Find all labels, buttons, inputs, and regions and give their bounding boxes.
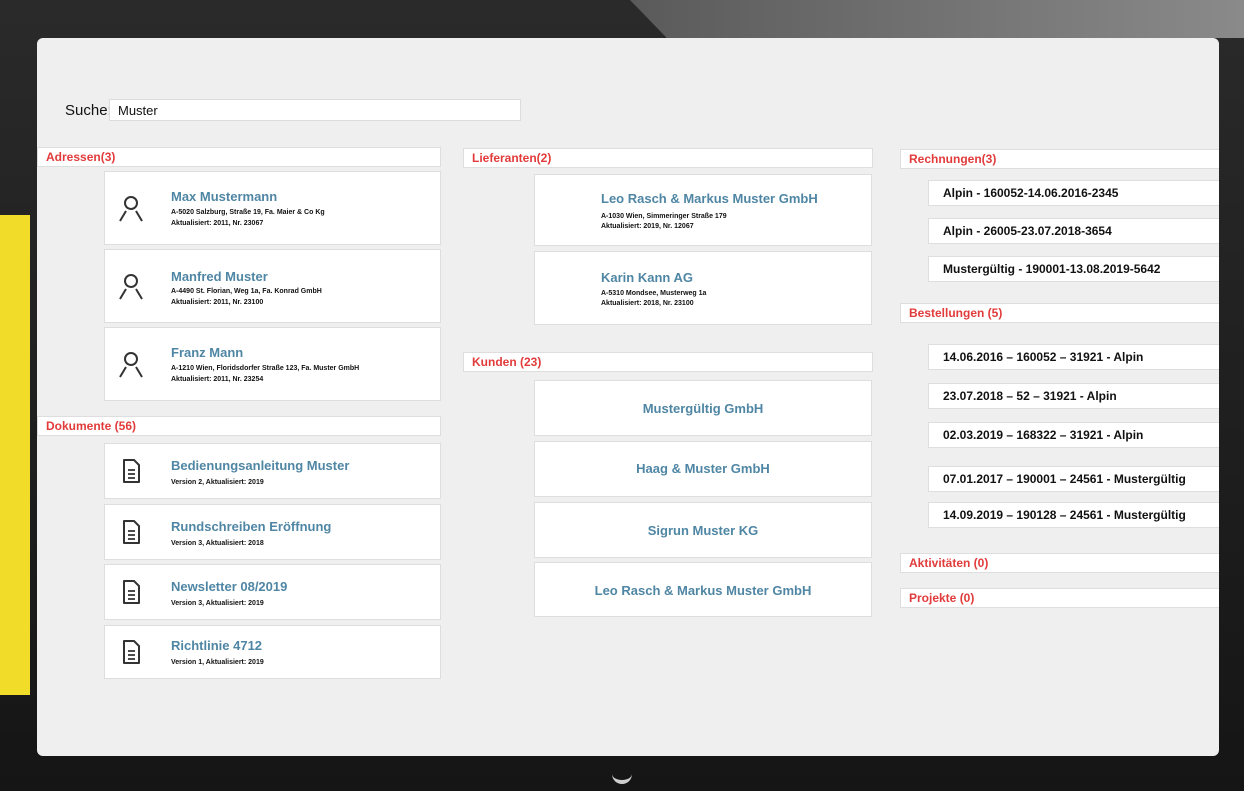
document-card[interactable]: Newsletter 08/2019 Version 3, Aktualisie… bbox=[104, 564, 441, 620]
search-input[interactable] bbox=[109, 99, 521, 121]
section-dokumente[interactable]: Dokumente (56) bbox=[37, 416, 441, 436]
customer-name[interactable]: Haag & Muster GmbH bbox=[535, 461, 871, 476]
supplier-name[interactable]: Karin Kann AG bbox=[601, 270, 693, 285]
document-name[interactable]: Richtlinie 4712 bbox=[171, 638, 262, 653]
document-icon bbox=[123, 520, 140, 544]
document-name[interactable]: Rundschreiben Eröffnung bbox=[171, 519, 331, 534]
supplier-card[interactable]: Leo Rasch & Markus Muster GmbH A-1030 Wi… bbox=[534, 174, 872, 246]
address-name[interactable]: Manfred Muster bbox=[171, 269, 268, 284]
customer-name[interactable]: Leo Rasch & Markus Muster GmbH bbox=[535, 583, 871, 598]
address-line: A-5020 Salzburg, Straße 19, Fa. Maier & … bbox=[171, 209, 325, 216]
section-rechnungen[interactable]: Rechnungen(3) bbox=[900, 149, 1219, 169]
bezel-glare bbox=[630, 0, 1244, 38]
document-version: Version 3, Aktualisiert: 2019 bbox=[171, 600, 264, 607]
section-projekte[interactable]: Projekte (0) bbox=[900, 588, 1219, 608]
address-card[interactable]: Manfred Muster A-4490 St. Florian, Weg 1… bbox=[104, 249, 441, 323]
supplier-address: A-5310 Mondsee, Musterweg 1a bbox=[601, 290, 707, 297]
address-line: A-1210 Wien, Floridsdorfer Straße 123, F… bbox=[171, 365, 360, 372]
customer-card[interactable]: Mustergültig GmbH bbox=[534, 380, 872, 436]
address-name[interactable]: Max Mustermann bbox=[171, 189, 277, 204]
order-item[interactable]: 23.07.2018 – 52 – 31921 - Alpin bbox=[928, 383, 1219, 409]
order-item[interactable]: 02.03.2019 – 168322 – 31921 - Alpin bbox=[928, 422, 1219, 448]
section-lieferanten[interactable]: Lieferanten(2) bbox=[463, 148, 873, 168]
section-aktivitaeten[interactable]: Aktivitäten (0) bbox=[900, 553, 1219, 573]
document-version: Version 1, Aktualisiert: 2019 bbox=[171, 659, 264, 666]
supplier-card[interactable]: Karin Kann AG A-5310 Mondsee, Musterweg … bbox=[534, 251, 872, 325]
section-adressen[interactable]: Adressen(3) bbox=[37, 147, 441, 167]
section-bestellungen[interactable]: Bestellungen (5) bbox=[900, 303, 1219, 323]
document-name[interactable]: Bedienungsanleitung Muster bbox=[171, 458, 349, 473]
background-yellow-strip bbox=[0, 215, 30, 695]
address-name[interactable]: Franz Mann bbox=[171, 345, 243, 360]
document-card[interactable]: Bedienungsanleitung Muster Version 2, Ak… bbox=[104, 443, 441, 499]
document-version: Version 2, Aktualisiert: 2019 bbox=[171, 479, 264, 486]
supplier-updated: Aktualisiert: 2018, Nr. 23100 bbox=[601, 300, 694, 307]
supplier-address: A-1030 Wien, Simmeringer Straße 179 bbox=[601, 213, 727, 220]
address-updated: Aktualisiert: 2011, Nr. 23100 bbox=[171, 299, 264, 306]
order-item[interactable]: 07.01.2017 – 190001 – 24561 - Mustergült… bbox=[928, 466, 1219, 492]
order-item[interactable]: 14.06.2016 – 160052 – 31921 - Alpin bbox=[928, 344, 1219, 370]
customer-card[interactable]: Sigrun Muster KG bbox=[534, 502, 872, 558]
address-updated: Aktualisiert: 2011, Nr. 23067 bbox=[171, 220, 264, 227]
order-item[interactable]: 14.09.2019 – 190128 – 24561 - Mustergült… bbox=[928, 502, 1219, 528]
person-icon bbox=[119, 274, 143, 300]
document-card[interactable]: Richtlinie 4712 Version 1, Aktualisiert:… bbox=[104, 625, 441, 679]
document-card[interactable]: Rundschreiben Eröffnung Version 3, Aktua… bbox=[104, 504, 441, 560]
document-icon bbox=[123, 459, 140, 483]
app-screen: Suche: Adressen(3) Max Mustermann A-5020… bbox=[37, 38, 1219, 756]
document-icon bbox=[123, 640, 140, 664]
invoice-item[interactable]: Mustergültig - 190001-13.08.2019-5642 bbox=[928, 256, 1219, 282]
customer-card[interactable]: Haag & Muster GmbH bbox=[534, 441, 872, 497]
customer-name[interactable]: Sigrun Muster KG bbox=[535, 523, 871, 538]
document-icon bbox=[123, 580, 140, 604]
person-icon bbox=[119, 352, 143, 378]
address-updated: Aktualisiert: 2011, Nr. 23254 bbox=[171, 376, 264, 383]
address-card[interactable]: Max Mustermann A-5020 Salzburg, Straße 1… bbox=[104, 171, 441, 245]
address-card[interactable]: Franz Mann A-1210 Wien, Floridsdorfer St… bbox=[104, 327, 441, 401]
section-kunden[interactable]: Kunden (23) bbox=[463, 352, 873, 372]
document-name[interactable]: Newsletter 08/2019 bbox=[171, 579, 287, 594]
invoice-item[interactable]: Alpin - 26005-23.07.2018-3654 bbox=[928, 218, 1219, 244]
supplier-updated: Aktualisiert: 2019, Nr. 12067 bbox=[601, 223, 694, 230]
customer-card[interactable]: Leo Rasch & Markus Muster GmbH bbox=[534, 562, 872, 617]
document-version: Version 3, Aktualisiert: 2018 bbox=[171, 540, 264, 547]
customer-name[interactable]: Mustergültig GmbH bbox=[535, 401, 871, 416]
search-label: Suche: bbox=[65, 102, 112, 119]
person-icon bbox=[119, 196, 143, 222]
invoice-item[interactable]: Alpin - 160052-14.06.2016-2345 bbox=[928, 180, 1219, 206]
supplier-name[interactable]: Leo Rasch & Markus Muster GmbH bbox=[601, 191, 818, 206]
address-line: A-4490 St. Florian, Weg 1a, Fa. Konrad G… bbox=[171, 288, 322, 295]
